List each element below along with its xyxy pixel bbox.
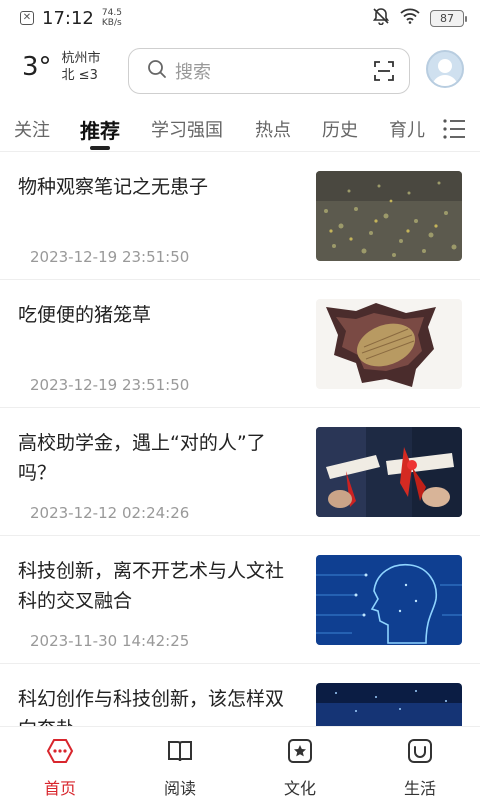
tab-history[interactable]: 历史 [322, 116, 358, 142]
article-time: 2023-12-12 02:24:26 [30, 504, 190, 522]
tab-hot[interactable]: 热点 [255, 116, 291, 142]
article-time: 2023-12-19 23:51:50 [30, 376, 190, 394]
weather-widget[interactable]: 3° 杭州市 北 ≤3 [22, 50, 101, 84]
battery-level: 87 [440, 11, 454, 25]
article-title: 吃便便的猪笼草 [18, 304, 152, 326]
list-item[interactable]: 科幻创作与科技创新，该怎样双向奔赴 [0, 664, 480, 726]
list-item[interactable]: 科技创新，离不开艺术与人文社科的交叉融合 2023-11-30 14:42:25 [0, 536, 480, 664]
status-time: 17:12 [42, 7, 94, 29]
nav-read-label: 阅读 [163, 779, 196, 798]
search-icon [147, 59, 167, 83]
article-title: 科技创新，离不开艺术与人文社科的交叉融合 [18, 560, 285, 612]
graduation-diploma-photo [316, 427, 462, 517]
tab-recommend[interactable]: 推荐 [80, 115, 120, 144]
network-speed-value: 74.5 [101, 8, 122, 18]
scan-icon[interactable] [373, 60, 395, 86]
news-feed: 物种观察笔记之无患子 2023-12-19 23:51:50 吃便便的猪笼草 2… [0, 152, 480, 726]
avatar[interactable] [426, 50, 464, 88]
wifi-icon [400, 8, 420, 29]
tab-follow[interactable]: 关注 [14, 116, 50, 142]
article-title: 高校助学金，遇上“对的人”了吗？ [18, 432, 266, 484]
list-item[interactable]: 高校助学金，遇上“对的人”了吗？ 2023-12-12 02:24:26 [0, 408, 480, 536]
status-left: ✕ 17:12 74.5 KB/s [20, 8, 122, 29]
article-title: 科幻创作与科技创新，该怎样双向奔赴 [18, 688, 285, 726]
culture-star-icon [286, 737, 314, 769]
home-icon [46, 737, 74, 769]
weather-wind: 北 ≤3 [61, 68, 98, 83]
active-tab-indicator [90, 146, 110, 150]
tab-parenting[interactable]: 育儿 [389, 116, 425, 142]
pitcher-plant-illustration [316, 299, 462, 389]
temperature: 3° [22, 52, 52, 82]
tab-menu-icon[interactable] [442, 118, 466, 144]
digital-head-illustration [316, 555, 462, 645]
article-title: 物种观察笔记之无患子 [18, 176, 209, 198]
search-input[interactable]: 搜索 [128, 48, 410, 94]
category-tabs: 关注 推荐 学习强国 热点 历史 育儿 [0, 108, 480, 152]
battery-icon: 87 [430, 9, 467, 27]
book-icon [166, 737, 194, 769]
network-speed-unit: KB/s [101, 18, 122, 28]
nav-life[interactable]: 生活 [360, 727, 480, 800]
list-item[interactable]: 吃便便的猪笼草 2023-12-19 23:51:50 [0, 280, 480, 408]
nav-home[interactable]: 首页 [0, 727, 120, 800]
nav-culture[interactable]: 文化 [240, 727, 360, 800]
network-speed: 74.5 KB/s [102, 8, 122, 28]
article-time: 2023-12-19 23:51:50 [30, 248, 190, 266]
mute-icon [372, 7, 390, 30]
fallen-leaves-photo [316, 171, 462, 261]
tab-study[interactable]: 学习强国 [151, 116, 223, 142]
nav-culture-label: 文化 [283, 779, 316, 798]
header: 3° 杭州市 北 ≤3 搜索 [0, 40, 480, 100]
weather-info: 杭州市 北 ≤3 [62, 50, 101, 84]
nav-read[interactable]: 阅读 [120, 727, 240, 800]
bottom-navigation: 首页 阅读 文化 生活 [0, 726, 480, 800]
list-item[interactable]: 物种观察笔记之无患子 2023-12-19 23:51:50 [0, 152, 480, 280]
status-right: 87 [372, 7, 467, 30]
status-bar: ✕ 17:12 74.5 KB/s 87 [0, 0, 480, 36]
nav-home-label: 首页 [43, 779, 76, 798]
nav-life-label: 生活 [403, 779, 436, 798]
blue-tech-background [316, 683, 462, 726]
close-icon: ✕ [20, 11, 34, 25]
article-time: 2023-11-30 14:42:25 [30, 632, 190, 650]
weather-city: 杭州市 [61, 51, 101, 66]
search-placeholder: 搜索 [175, 62, 211, 83]
life-icon [406, 737, 434, 769]
